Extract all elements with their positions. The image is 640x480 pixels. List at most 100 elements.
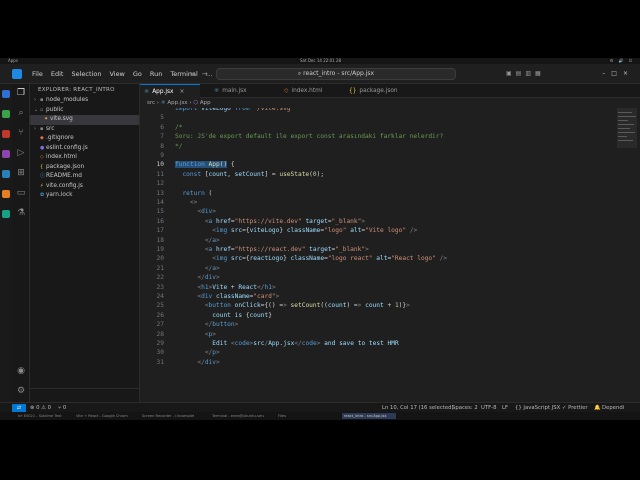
maximize-icon[interactable]: □ — [611, 70, 623, 77]
customize-layout-icon[interactable]: ▦ — [535, 70, 545, 77]
code-text: <p> — [204, 330, 217, 338]
code-line[interactable]: 25 <button onClick={() => setCount((coun… — [140, 301, 614, 310]
code-line[interactable]: 23 <h1>Vite + React</h1> — [140, 283, 614, 292]
line-number: 6 — [160, 123, 164, 131]
taskbar-window[interactable]: Screen Recorder - (incomplete) — [140, 413, 194, 419]
menu-go[interactable]: Go — [129, 64, 146, 84]
close-icon[interactable]: × — [179, 89, 184, 95]
source-control-icon[interactable]: ⑂ — [16, 128, 26, 138]
back-arrow-icon[interactable]: ← — [190, 70, 202, 78]
tree-item-node-modules[interactable]: › ▪ node_modules — [30, 96, 139, 106]
code-line[interactable]: 22 </div> — [140, 273, 614, 282]
menu-run[interactable]: Run — [146, 64, 166, 84]
code-line[interactable]: 27 </button> — [140, 320, 614, 329]
remote-indicator[interactable]: ⇄ — [12, 404, 26, 412]
code-line[interactable]: 24 <div className="card"> — [140, 292, 614, 301]
dock-app-icon[interactable] — [2, 170, 10, 178]
menu-edit[interactable]: Edit — [47, 64, 68, 84]
code-text: <div className="card"> — [197, 293, 280, 300]
toggle-sidebar-icon[interactable]: ▣ — [506, 70, 516, 77]
tab-package-json[interactable]: {} package.json — [345, 84, 415, 98]
tree-item-gitignore[interactable]: ◆ .gitignore — [30, 134, 139, 144]
code-line[interactable]: 11 const [count, setCount] = useState(0)… — [140, 170, 614, 179]
extensions-icon[interactable]: ⊞ — [16, 168, 26, 178]
code-line[interactable]: 16 <a href="https://vite.dev" target="_b… — [140, 217, 614, 226]
close-window-icon[interactable]: × — [623, 70, 634, 77]
code-line[interactable]: 30 </p> — [140, 348, 614, 357]
code-line[interactable]: 19 <a href="https://react.dev" target="_… — [140, 245, 614, 254]
code-line[interactable]: 9 — [140, 151, 614, 160]
menu-file[interactable]: File — [28, 64, 47, 84]
code-line[interactable]: 28 <p> — [140, 330, 614, 339]
dock-app-icon[interactable] — [2, 90, 10, 98]
code-line[interactable]: 29 Edit <code>src/App.jsx</code> and sav… — [140, 339, 614, 348]
code-text: </a> — [204, 264, 220, 272]
tree-item-vite-svg[interactable]: ✦ vite.svg — [30, 115, 139, 125]
explorer-icon[interactable]: ❐ — [16, 88, 26, 98]
code-line[interactable]: 10 function App() { — [140, 160, 614, 169]
title-bar: File Edit Selection View Go Run Terminal… — [0, 64, 640, 84]
tree-item-eslint-config[interactable]: ● eslint.config.js — [30, 144, 139, 154]
search-icon[interactable]: ⌕ — [16, 108, 26, 118]
code-line[interactable]: 12 — [140, 179, 614, 188]
code-text: <img src={reactLogo} className="logo rea… — [212, 255, 448, 263]
code-line[interactable]: 6 /* — [140, 123, 614, 132]
tab-app-jsx[interactable]: ⚛ App.jsx × — [140, 84, 200, 98]
tree-item-public[interactable]: ⌄ ▫ public — [30, 106, 139, 116]
nav-arrows: ←→ — [190, 64, 214, 84]
code-line[interactable]: 31 </div> — [140, 358, 614, 367]
taskbar-window[interactable]: kri E0021 - Sublime Text — [16, 413, 70, 419]
minimap[interactable] — [614, 108, 640, 402]
code-line[interactable]: 18 </a> — [140, 236, 614, 245]
toggle-panel-icon[interactable]: ▤ — [516, 70, 526, 77]
code-line[interactable]: 21 </a> — [140, 264, 614, 273]
tree-item-vite-config[interactable]: ⚡ vite.config.js — [30, 182, 139, 192]
code-line[interactable]: 26 count is {count} — [140, 311, 614, 320]
breadcrumb-symbol[interactable]: App — [200, 100, 211, 106]
dock-app-icon[interactable] — [2, 210, 10, 218]
command-center-search[interactable]: ⌕ react_intro - src/App.jsx — [216, 68, 456, 80]
breadcrumb-file[interactable]: App.jsx — [167, 100, 187, 106]
minimap-line — [618, 116, 636, 117]
tree-item-readme[interactable]: ⓘREADME.md — [30, 172, 139, 182]
sidebar-footer — [30, 388, 140, 402]
dock-app-icon[interactable] — [2, 110, 10, 118]
dock-app-icon[interactable] — [2, 190, 10, 198]
run-debug-icon[interactable]: ▷ — [16, 148, 26, 158]
account-icon[interactable]: ◉ — [16, 366, 26, 376]
gear-icon[interactable]: ⚙ — [16, 386, 26, 396]
code-text: </div> — [197, 274, 220, 282]
code-line[interactable]: 15 <div> — [140, 207, 614, 216]
tab-main-jsx[interactable]: ⚛ main.jsx — [210, 84, 270, 98]
dock-app-icon[interactable] — [2, 150, 10, 158]
taskbar-window[interactable]: Files — [276, 413, 296, 419]
remote-explorer-icon[interactable]: ▭ — [16, 188, 26, 198]
menu-view[interactable]: View — [105, 64, 128, 84]
tree-item-yarn-lock[interactable]: ✿ yarn.lock — [30, 191, 139, 201]
testing-icon[interactable]: ⚗ — [16, 208, 26, 218]
code-line[interactable]: 17 <img src={viteLogo} className="logo" … — [140, 226, 614, 235]
forward-arrow-icon[interactable]: → — [202, 70, 214, 78]
react-file-icon: ⚛ — [144, 89, 150, 95]
code-line[interactable]: 13 return ( — [140, 189, 614, 198]
taskbar-window-active[interactable]: react_intro - src/App.jsx — [342, 413, 396, 419]
tab-index-html[interactable]: ◇ index.html — [280, 84, 340, 98]
code-line[interactable]: 7 Soru: JS'de export default ile export c… — [140, 132, 614, 141]
taskbar-window[interactable]: Vite + React - Google Chrome — [74, 413, 128, 419]
dock-app-icon[interactable] — [2, 130, 10, 138]
tree-item-index-html[interactable]: ◇ index.html — [30, 153, 139, 163]
menu-selection[interactable]: Selection — [67, 64, 105, 84]
code-text: </a> — [204, 236, 220, 244]
code-line[interactable]: 5 — [140, 113, 614, 122]
breadcrumb-folder[interactable]: src — [147, 100, 155, 106]
minimize-icon[interactable]: – — [602, 70, 611, 77]
code-text: <img src={viteLogo} className="logo" alt… — [212, 227, 418, 235]
code-line[interactable]: 20 <img src={reactLogo} className="logo … — [140, 254, 614, 263]
code-editor[interactable]: import viteLogo from '/vite.svg' 5 6/* 7 Sor… — [140, 108, 614, 402]
tree-item-src[interactable]: › ▪ src — [30, 125, 139, 135]
tree-item-package-json[interactable]: {package.json — [30, 163, 139, 173]
code-line[interactable]: 14 <> — [140, 198, 614, 207]
toggle-secondary-sidebar-icon[interactable]: ▥ — [525, 70, 535, 77]
code-line[interactable]: 8 */ — [140, 142, 614, 151]
taskbar-window[interactable]: Terminal - enes@ubuntu-server — [210, 413, 264, 419]
